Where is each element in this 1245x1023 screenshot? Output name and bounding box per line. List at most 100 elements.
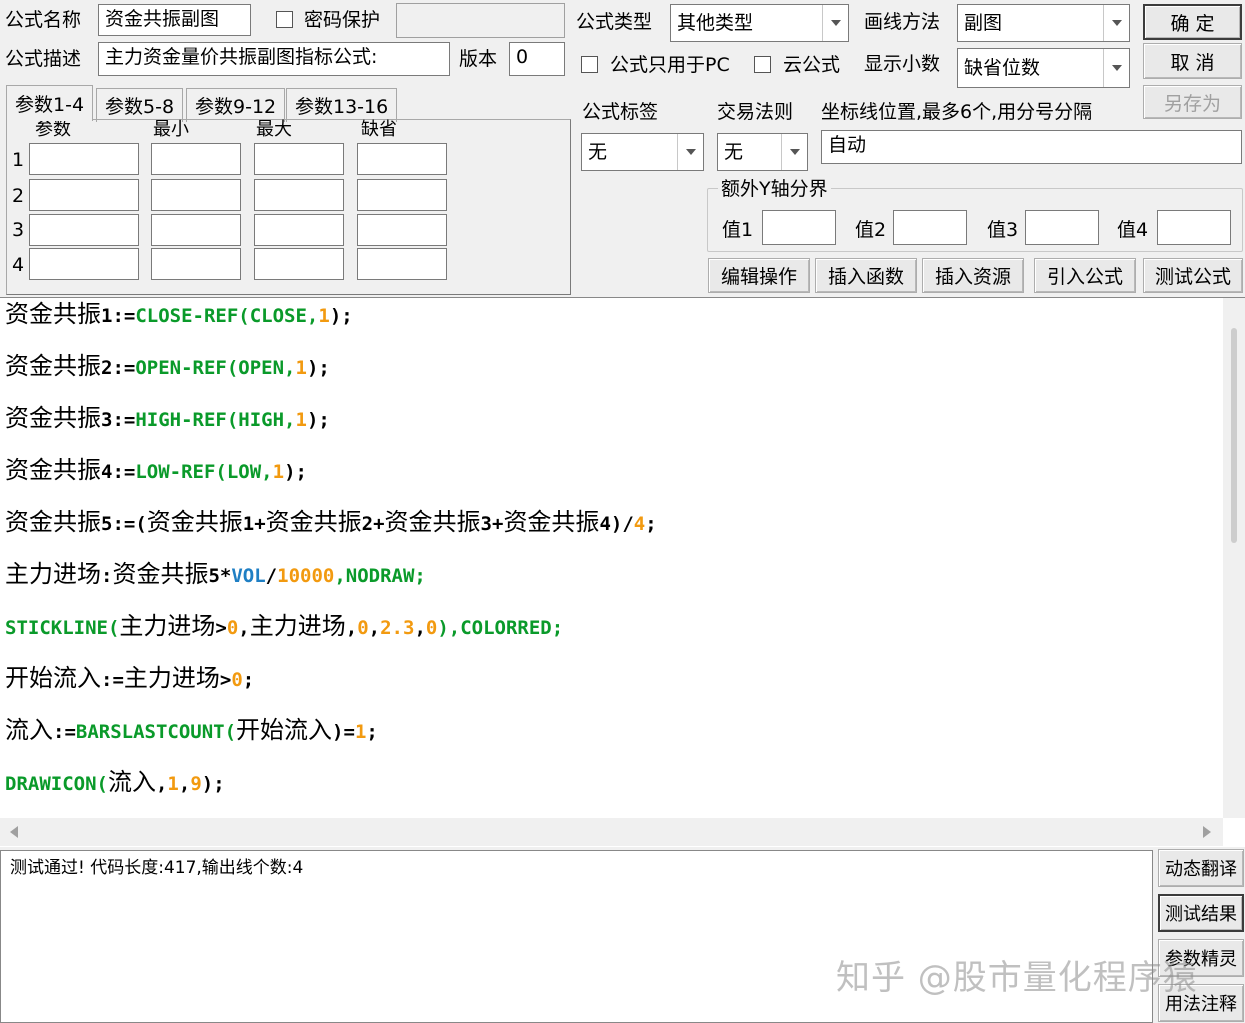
import-formula-button[interactable]: 引入公式 <box>1034 258 1136 293</box>
code-token: 3:= <box>101 409 136 431</box>
cancel-button[interactable]: 取 消 <box>1143 43 1242 79</box>
code-token: ; <box>242 669 255 691</box>
insert-function-button[interactable]: 插入函数 <box>815 258 917 293</box>
param-2-max[interactable] <box>254 179 344 211</box>
code-token: LOW-REF(LOW, <box>135 461 273 483</box>
code-token: 0 <box>231 669 243 691</box>
code-token: 开始流入 <box>5 664 101 692</box>
param-3-default[interactable] <box>357 214 447 246</box>
param-4-default[interactable] <box>357 248 447 280</box>
extra-y-axis-label: 额外Y轴分界 <box>718 180 831 199</box>
code-line: 资金共振5:=(资金共振1+资金共振2+资金共振3+资金共振4)/4; <box>5 510 657 534</box>
test-formula-button[interactable]: 测试公式 <box>1143 258 1243 293</box>
edit-ops-button[interactable]: 编辑操作 <box>708 258 810 293</box>
param-row-label: 4 <box>12 254 25 276</box>
y-value-1-input[interactable] <box>762 210 836 245</box>
draw-method-select[interactable]: 副图 <box>957 4 1130 42</box>
password-input[interactable] <box>396 3 565 38</box>
y-value-3-input[interactable] <box>1025 210 1099 245</box>
param-3-name[interactable] <box>29 214 139 246</box>
tab-params-1-4[interactable]: 参数1-4 <box>6 85 94 121</box>
code-line: 资金共振4:=LOW-REF(LOW,1); <box>5 458 307 482</box>
code-token: VOL <box>231 565 266 587</box>
code-token: 1 <box>295 357 307 379</box>
tab-params-5-8[interactable]: 参数5-8 <box>96 88 184 122</box>
param-2-name[interactable] <box>29 179 139 211</box>
tab-params-13-16[interactable]: 参数13-16 <box>286 88 398 122</box>
param-row-label: 3 <box>12 219 25 241</box>
pc-only-checkbox[interactable] <box>581 56 598 73</box>
param-1-name[interactable] <box>29 143 139 175</box>
chevron-down-icon[interactable] <box>677 134 703 170</box>
param-header-default: 缺省 <box>361 119 397 140</box>
code-token: 1 <box>295 409 307 431</box>
param-row-label: 1 <box>12 149 25 171</box>
param-4-name[interactable] <box>29 248 139 280</box>
code-token: 资金共振 <box>5 352 101 380</box>
formula-tag-value: 无 <box>588 141 608 163</box>
y-value-3-label: 值3 <box>987 219 1019 241</box>
scroll-left-icon[interactable] <box>10 826 18 838</box>
chevron-down-icon[interactable] <box>1103 5 1129 41</box>
code-token: ); <box>329 305 353 327</box>
save-as-button[interactable]: 另存为 <box>1143 85 1242 119</box>
decimals-select[interactable]: 缺省位数 <box>957 48 1130 88</box>
code-token: := <box>101 669 124 691</box>
param-4-max[interactable] <box>254 248 344 280</box>
formula-name-input[interactable]: 资金共振副图 <box>98 4 251 36</box>
code-token: 0 <box>357 617 369 639</box>
code-line: 主力进场:资金共振5*VOL/10000,NODRAW; <box>5 562 426 586</box>
formula-type-value: 其他类型 <box>677 12 754 34</box>
code-token: HIGH-REF(HIGH, <box>135 409 296 431</box>
pc-only-label: 公式只用于PC <box>610 54 730 76</box>
insert-resource-button[interactable]: 插入资源 <box>922 258 1024 293</box>
code-line: STICKLINE(主力进场>0,主力进场,0,2.3,0),COLORRED; <box>5 614 563 638</box>
coord-line-input[interactable]: 自动 <box>821 130 1242 164</box>
tab-params-9-12[interactable]: 参数9-12 <box>186 88 286 122</box>
code-token: ); <box>306 409 330 431</box>
code-token: 主力进场 <box>119 612 216 640</box>
param-3-min[interactable] <box>151 214 241 246</box>
cloud-checkbox[interactable] <box>754 56 771 73</box>
param-1-default[interactable] <box>357 143 447 175</box>
draw-method-label: 画线方法 <box>864 11 941 33</box>
param-1-max[interactable] <box>254 143 344 175</box>
formula-type-label: 公式类型 <box>576 11 653 33</box>
code-token: 资金共振 <box>146 508 243 536</box>
code-token: 5:=( <box>101 513 147 535</box>
formula-type-select[interactable]: 其他类型 <box>670 4 849 42</box>
param-4-min[interactable] <box>151 248 241 280</box>
y-value-4-input[interactable] <box>1157 210 1231 245</box>
test-output-text: 测试通过! 代码长度:417,输出线个数:4 <box>10 858 304 878</box>
y-value-2-input[interactable] <box>893 210 967 245</box>
code-token: 4:= <box>101 461 136 483</box>
param-2-min[interactable] <box>151 179 241 211</box>
editor-vertical-scrollbar[interactable] <box>1223 298 1245 818</box>
test-result-button[interactable]: 测试结果 <box>1158 894 1244 932</box>
password-label: 密码保护 <box>304 9 381 31</box>
param-3-max[interactable] <box>254 214 344 246</box>
ok-button[interactable]: 确 定 <box>1143 4 1242 40</box>
code-token: 1+ <box>242 513 266 535</box>
chevron-down-icon[interactable] <box>1103 49 1129 87</box>
formula-tag-select[interactable]: 无 <box>581 133 704 171</box>
code-token: 主力进场 <box>123 664 220 692</box>
formula-desc-input[interactable]: 主力资金量价共振副图指标公式: <box>98 42 450 76</box>
param-2-default[interactable] <box>357 179 447 211</box>
editor-horizontal-scrollbar[interactable] <box>0 818 1223 846</box>
dynamic-translate-button[interactable]: 动态翻译 <box>1158 849 1244 887</box>
code-token: 资金共振 <box>265 508 362 536</box>
chevron-down-icon[interactable] <box>822 5 848 41</box>
code-editor[interactable]: 资金共振1:=CLOSE-REF(CLOSE,1); 资金共振2:=OPEN-R… <box>0 297 1245 847</box>
param-1-min[interactable] <box>151 143 241 175</box>
code-token: 资金共振 <box>384 508 481 536</box>
scroll-right-icon[interactable] <box>1203 826 1211 838</box>
password-checkbox[interactable] <box>276 11 293 28</box>
code-token: 资金共振 <box>5 300 101 328</box>
chevron-down-icon[interactable] <box>781 134 807 170</box>
version-input[interactable]: 0 <box>509 42 565 76</box>
decimals-value: 缺省位数 <box>964 57 1041 79</box>
param-row-label: 2 <box>12 185 25 207</box>
trade-rule-select[interactable]: 无 <box>717 133 808 171</box>
scrollbar-thumb[interactable] <box>1231 328 1237 543</box>
